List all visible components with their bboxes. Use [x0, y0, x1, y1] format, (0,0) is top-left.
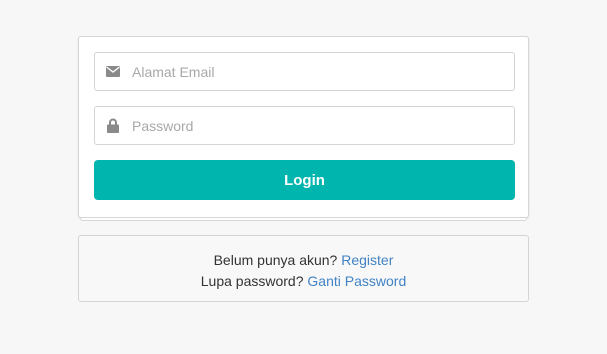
login-page: Login Belum punya akun? Register Lupa pa…: [0, 0, 607, 354]
envelope-icon: [95, 53, 131, 90]
reset-password-link[interactable]: Ganti Password: [307, 273, 406, 289]
login-button[interactable]: Login: [94, 160, 515, 200]
card-stack-edge: [80, 218, 527, 221]
email-input[interactable]: [131, 53, 502, 90]
email-field[interactable]: [94, 52, 515, 91]
password-field[interactable]: [94, 106, 515, 145]
password-input[interactable]: [131, 107, 502, 144]
account-help-message: Belum punya akun? Register Lupa password…: [78, 235, 529, 302]
register-line: Belum punya akun? Register: [79, 250, 528, 271]
register-link[interactable]: Register: [341, 252, 393, 268]
reset-prompt: Lupa password?: [200, 273, 304, 289]
lock-icon: [95, 107, 131, 144]
register-prompt: Belum punya akun?: [213, 252, 338, 268]
reset-line: Lupa password? Ganti Password: [79, 271, 528, 292]
login-card: Login: [78, 36, 529, 218]
